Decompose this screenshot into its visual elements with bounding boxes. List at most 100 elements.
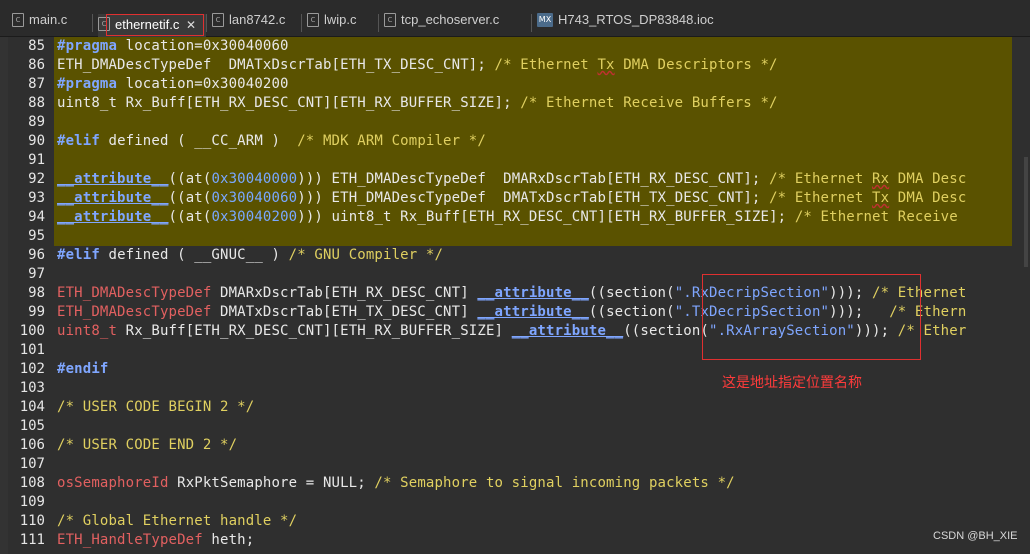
code-line: 104 /* USER CODE BEGIN 2 */ [0, 398, 1030, 417]
code-line: 87 #pragma location=0x30040200 [0, 75, 1030, 94]
code-token: ETH_HandleTypeDef [57, 532, 203, 548]
code-token: #elif [57, 133, 100, 149]
line-code: /* USER CODE END 2 */ [57, 436, 237, 455]
code-token: ))) ETH_DMADescTypeDef DMATxDscrTab[ETH_… [297, 190, 770, 206]
code-line: 96 #elif defined ( __GNUC__ ) /* GNU Comp… [0, 246, 1030, 265]
code-token: __attribute__ [57, 190, 169, 206]
line-number: 85 [28, 38, 45, 54]
line-number: 98 [28, 285, 45, 301]
code-token: DMATxDscrTab[ETH_TX_DESC_CNT] [211, 304, 478, 320]
code-token: Rx [872, 171, 890, 187]
code-line: 86 ETH_DMADescTypeDef DMATxDscrTab[ETH_TX… [0, 56, 1030, 75]
code-token: Tx [872, 190, 890, 206]
code-token: /* Semaphore to signal incoming packets … [374, 475, 735, 491]
code-token: DMARxDscrTab[ETH_RX_DESC_CNT] [211, 285, 478, 301]
code-line: 106 /* USER CODE END 2 */ [0, 436, 1030, 455]
line-code: __attribute__((at(0x30040200))) uint8_t … [57, 208, 958, 227]
code-token: uint8_t [57, 323, 118, 339]
vertical-scrollbar[interactable] [1012, 37, 1030, 554]
line-code: #elif defined ( __CC_ARM ) /* MDK ARM Co… [57, 132, 486, 151]
line-number: 100 [19, 323, 45, 339]
line-number: 96 [28, 247, 45, 263]
code-line: 92 __attribute__((at(0x30040000))) ETH_DM… [0, 170, 1030, 189]
code-token: DMA Descriptors */ [614, 57, 778, 73]
line-number: 110 [19, 513, 45, 529]
code-token: __attribute__ [57, 209, 169, 225]
code-line: 111 ETH_HandleTypeDef heth; [0, 531, 1030, 550]
line-code: __attribute__((at(0x30040000))) ETH_DMAD… [57, 170, 966, 189]
line-code: #pragma location=0x30040200 [57, 75, 289, 94]
code-token: ((section( [588, 285, 675, 301]
code-token: ETH_DMADescTypeDef DMATxDscrTab[ETH_TX_D… [57, 57, 495, 73]
code-token: ((at( [168, 171, 212, 187]
code-token: Tx [597, 57, 615, 73]
scrollbar-thumb[interactable] [1024, 157, 1028, 267]
line-code: __attribute__((at(0x30040060))) ETH_DMAD… [57, 189, 966, 208]
code-token: DMA Desc [889, 190, 967, 206]
code-line: 89 [0, 113, 1030, 132]
code-token: /* Ethernet Receive [794, 209, 958, 225]
line-number: 102 [19, 361, 45, 377]
line-number: 95 [28, 228, 45, 244]
tab-0[interactable]: c main.c [12, 9, 96, 35]
code-token: /* MDK ARM Compiler */ [297, 133, 486, 149]
code-line: 103 [0, 379, 1030, 398]
line-number: 108 [19, 475, 45, 491]
line-number: 90 [28, 133, 45, 149]
tab-label: lwip.c [324, 12, 357, 27]
line-number: 89 [28, 114, 45, 130]
code-token: /* GNU Compiler */ [288, 247, 444, 263]
tab-label: H743_RTOS_DP83848.ioc [558, 12, 714, 27]
tab-label: lan8742.c [229, 12, 286, 27]
code-token: defined ( __CC_ARM ) [99, 133, 298, 149]
code-token: 0x30040200 [211, 209, 298, 225]
line-number: 88 [28, 95, 45, 111]
code-line: 102 #endif [0, 360, 1030, 379]
code-token: ))) ETH_DMADescTypeDef DMARxDscrTab[ETH_… [297, 171, 770, 187]
code-token: __attribute__ [511, 323, 624, 339]
code-line: 88 uint8_t Rx_Buff[ETH_RX_DESC_CNT][ETH_R… [0, 94, 1030, 113]
tab-separator [531, 14, 532, 32]
line-number: 111 [19, 532, 45, 548]
code-line: 110 /* Global Ethernet handle */ [0, 512, 1030, 531]
code-line: 105 [0, 417, 1030, 436]
line-number: 104 [19, 399, 45, 415]
code-token: ((section( [588, 304, 675, 320]
line-code: ETH_DMADescTypeDef DMATxDscrTab[ETH_TX_D… [57, 56, 778, 75]
tab-5[interactable]: MX H743_RTOS_DP83848.ioc [537, 9, 714, 35]
code-token: __attribute__ [477, 304, 589, 320]
code-token: __attribute__ [477, 285, 589, 301]
code-line: 94 __attribute__((at(0x30040200))) uint8_… [0, 208, 1030, 227]
code-token: uint8_t Rx_Buff[ETH_RX_DESC_CNT][ETH_RX_… [57, 95, 521, 111]
tab-4[interactable]: c tcp_echoserver.c [384, 9, 532, 35]
code-token: #pragma [57, 76, 118, 92]
line-number: 94 [28, 209, 45, 225]
code-line: 90 #elif defined ( __CC_ARM ) /* MDK ARM … [0, 132, 1030, 151]
code-token: /* Ethernet Receive Buffers */ [520, 95, 778, 111]
tab-3[interactable]: c lwip.c [307, 9, 379, 35]
code-token: ((at( [168, 190, 212, 206]
code-token: #pragma [57, 38, 118, 54]
line-number: 93 [28, 190, 45, 206]
line-number: 99 [28, 304, 45, 320]
code-token: 0x30040000 [211, 171, 298, 187]
tab-label: tcp_echoserver.c [401, 12, 500, 27]
code-token: ((section( [623, 323, 710, 339]
code-token: location=0x30040060 [117, 38, 289, 54]
tab-2[interactable]: c lan8742.c [212, 9, 302, 35]
code-line: 95 [0, 227, 1030, 246]
line-number: 97 [28, 266, 45, 282]
code-line: 107 [0, 455, 1030, 474]
line-code: /* Global Ethernet handle */ [57, 512, 297, 531]
code-line: 108 osSemaphoreId RxPktSemaphore = NULL; … [0, 474, 1030, 493]
line-code: #endif [57, 360, 108, 379]
line-number: 92 [28, 171, 45, 187]
code-line: 85 #pragma location=0x30040060 [0, 37, 1030, 56]
code-line: 93 __attribute__((at(0x30040060))) ETH_DM… [0, 189, 1030, 208]
code-token: ))) uint8_t Rx_Buff[ETH_RX_DESC_CNT][ETH… [297, 209, 795, 225]
code-token: defined ( __GNUC__ ) [99, 247, 289, 263]
tab-label: main.c [29, 12, 68, 27]
c-file-icon: c [307, 13, 319, 27]
line-code: ETH_HandleTypeDef heth; [57, 531, 254, 550]
code-token: DMA Desc [889, 171, 967, 187]
